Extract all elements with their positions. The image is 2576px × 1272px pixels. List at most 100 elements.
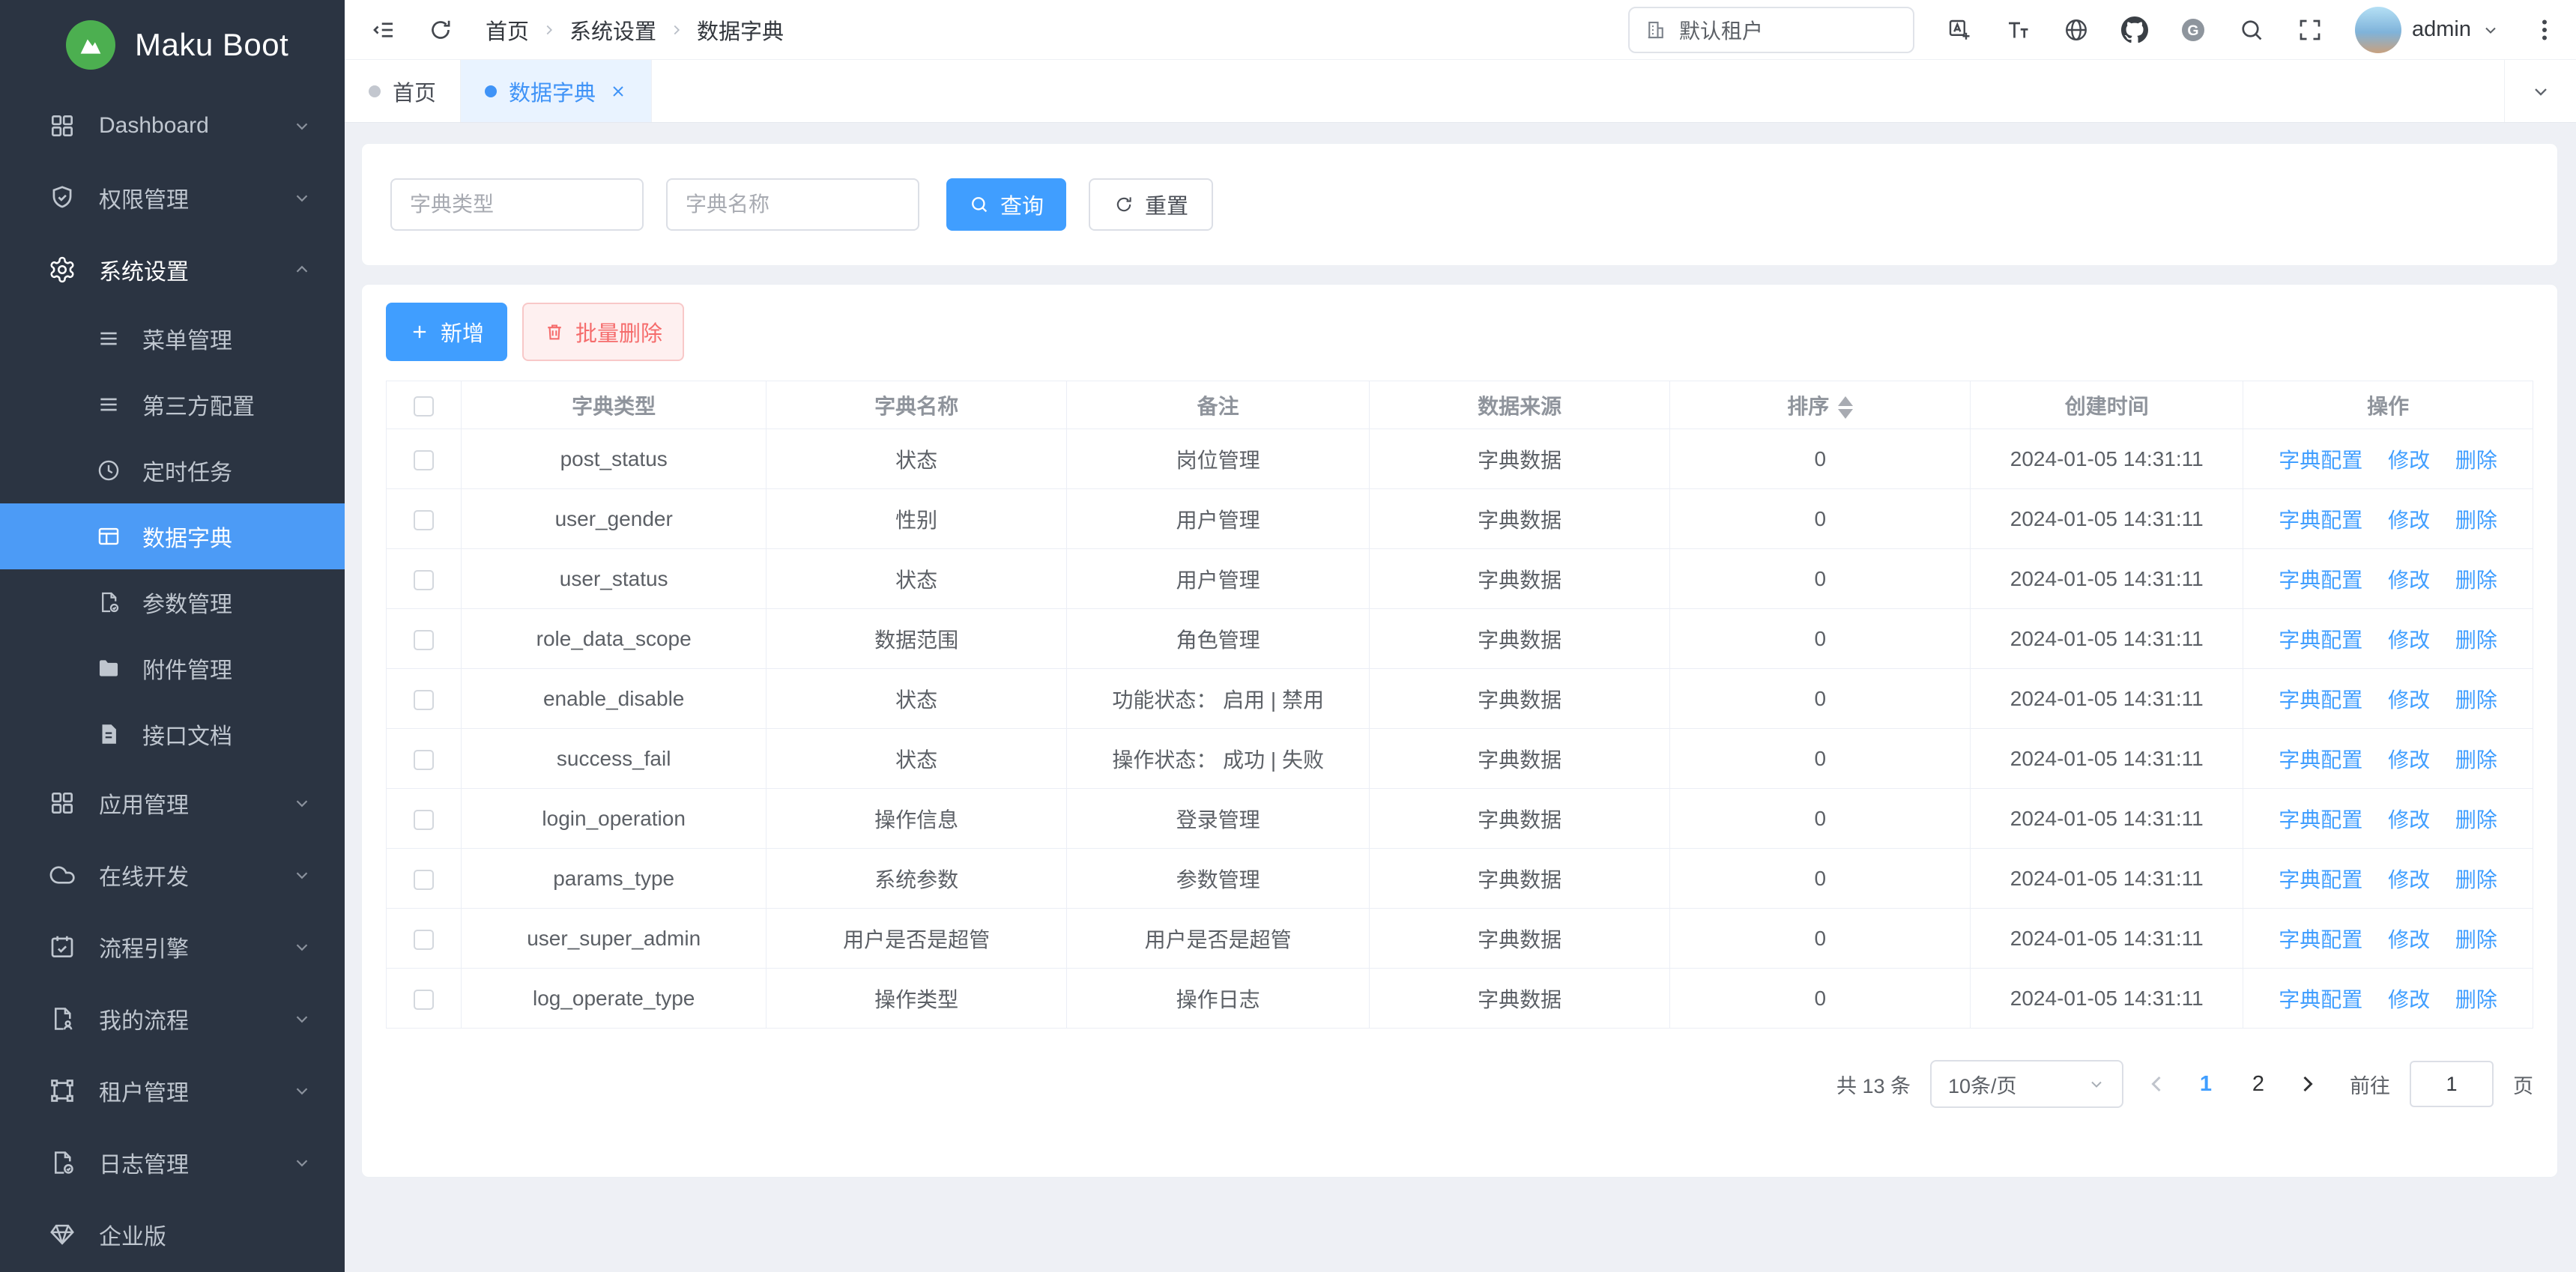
sidebar-item-system-settings[interactable]: 系统设置 (0, 234, 345, 306)
delete-link[interactable]: 删除 (2455, 449, 2497, 472)
col-dict-name: 字典名称 (767, 381, 1067, 429)
delete-link[interactable]: 删除 (2455, 988, 2497, 1011)
dict-name-input[interactable] (666, 178, 919, 231)
page-number-2[interactable]: 2 (2242, 1072, 2275, 1097)
dict-config-link[interactable]: 字典配置 (2279, 808, 2362, 832)
sidebar-item-online-dev[interactable]: 在线开发 (0, 839, 345, 911)
search-button[interactable]: 查询 (946, 178, 1066, 231)
avatar (2355, 7, 2401, 53)
delete-link[interactable]: 删除 (2455, 748, 2497, 772)
search-icon (969, 194, 990, 215)
row-checkbox[interactable] (414, 750, 434, 770)
sidebar-item-menu-management[interactable]: 菜单管理 (0, 306, 345, 372)
batch-delete-button[interactable]: 批量删除 (522, 303, 684, 361)
gitee-icon[interactable]: G (2180, 16, 2207, 43)
edit-link[interactable]: 修改 (2388, 449, 2430, 472)
sort-carets-icon[interactable] (1838, 396, 1853, 419)
edit-link[interactable]: 修改 (2388, 808, 2430, 832)
sidebar-item-permissions[interactable]: 权限管理 (0, 162, 345, 234)
row-checkbox[interactable] (414, 810, 434, 830)
next-page-button[interactable] (2294, 1070, 2321, 1097)
reset-button-label: 重置 (1145, 189, 1188, 220)
sidebar-item-api-docs[interactable]: 接口文档 (0, 701, 345, 767)
close-icon[interactable] (609, 82, 627, 100)
delete-link[interactable]: 删除 (2455, 808, 2497, 832)
page-number-1[interactable]: 1 (2189, 1072, 2222, 1097)
app-logo[interactable]: Maku Boot (0, 0, 345, 90)
font-size-icon[interactable] (2004, 16, 2031, 43)
breadcrumb-home[interactable]: 首页 (486, 14, 529, 46)
sidebar-item-data-dictionary[interactable]: 数据字典 (0, 503, 345, 569)
edit-link[interactable]: 修改 (2388, 569, 2430, 592)
row-checkbox[interactable] (414, 570, 434, 590)
edit-link[interactable]: 修改 (2388, 629, 2430, 652)
tab-list-dropdown[interactable] (2504, 60, 2576, 122)
sidebar-item-tenant-management[interactable]: 租户管理 (0, 1055, 345, 1127)
add-button[interactable]: 新增 (386, 303, 507, 361)
dict-config-link[interactable]: 字典配置 (2279, 868, 2362, 891)
edit-link[interactable]: 修改 (2388, 509, 2430, 532)
row-checkbox[interactable] (414, 870, 434, 890)
row-checkbox[interactable] (414, 510, 434, 530)
user-menu[interactable]: admin (2355, 7, 2500, 53)
edit-link[interactable]: 修改 (2388, 928, 2430, 951)
row-checkbox[interactable] (414, 690, 434, 710)
delete-link[interactable]: 删除 (2455, 569, 2497, 592)
tab-data-dictionary[interactable]: 数据字典 (461, 60, 652, 122)
dict-config-link[interactable]: 字典配置 (2279, 509, 2362, 532)
sidebar-item-attachment-management[interactable]: 附件管理 (0, 635, 345, 701)
reset-button[interactable]: 重置 (1089, 178, 1213, 231)
dict-config-link[interactable]: 字典配置 (2279, 988, 2362, 1011)
row-checkbox[interactable] (414, 930, 434, 950)
tenant-select[interactable]: 默认租户 (1628, 7, 1914, 53)
sidebar-item-log-management[interactable]: 日志管理 (0, 1127, 345, 1199)
cell-sort: 0 (1670, 849, 1971, 909)
delete-link[interactable]: 删除 (2455, 868, 2497, 891)
row-checkbox[interactable] (414, 450, 434, 470)
sidebar-item-params-management[interactable]: 参数管理 (0, 569, 345, 635)
dict-type-input[interactable] (390, 178, 644, 231)
dict-config-link[interactable]: 字典配置 (2279, 629, 2362, 652)
sidebar-item-dashboard[interactable]: Dashboard (0, 90, 345, 162)
sidebar-item-scheduled-tasks[interactable]: 定时任务 (0, 437, 345, 503)
collapse-sidebar-icon[interactable] (370, 16, 397, 43)
refresh-icon[interactable] (427, 16, 454, 43)
dict-config-link[interactable]: 字典配置 (2279, 688, 2362, 712)
cell-dict-name: 状态 (767, 549, 1067, 609)
delete-link[interactable]: 删除 (2455, 509, 2497, 532)
globe-icon[interactable] (2063, 16, 2090, 43)
cell-dict-name: 状态 (767, 429, 1067, 489)
more-kebab-icon[interactable] (2531, 16, 2558, 43)
row-checkbox[interactable] (414, 990, 434, 1010)
row-checkbox[interactable] (414, 630, 434, 650)
select-all-checkbox[interactable] (414, 396, 434, 417)
sidebar-item-app-management[interactable]: 应用管理 (0, 767, 345, 839)
fullscreen-icon[interactable] (2297, 16, 2323, 43)
dict-config-link[interactable]: 字典配置 (2279, 748, 2362, 772)
tab-home[interactable]: 首页 (345, 60, 461, 122)
dict-config-link[interactable]: 字典配置 (2279, 569, 2362, 592)
cell-created: 2024-01-05 14:31:11 (1971, 729, 2243, 789)
sidebar-item-third-party-config[interactable]: 第三方配置 (0, 372, 345, 437)
edit-link[interactable]: 修改 (2388, 748, 2430, 772)
edit-link[interactable]: 修改 (2388, 988, 2430, 1011)
cell-dict-name: 状态 (767, 669, 1067, 729)
delete-link[interactable]: 删除 (2455, 928, 2497, 951)
edit-link[interactable]: 修改 (2388, 688, 2430, 712)
chevron-down-icon (292, 1153, 312, 1172)
dict-config-link[interactable]: 字典配置 (2279, 928, 2362, 951)
edit-link[interactable]: 修改 (2388, 868, 2430, 891)
search-icon[interactable] (2238, 16, 2265, 43)
sidebar-item-workflow-engine[interactable]: 流程引擎 (0, 911, 345, 983)
goto-page-input[interactable] (2410, 1061, 2494, 1107)
delete-link[interactable]: 删除 (2455, 629, 2497, 652)
sidebar-item-enterprise-edition[interactable]: 企业版 (0, 1199, 345, 1271)
breadcrumb-system-settings[interactable]: 系统设置 (569, 14, 656, 46)
sidebar-item-my-workflow[interactable]: 我的流程 (0, 983, 345, 1055)
delete-link[interactable]: 删除 (2455, 688, 2497, 712)
prev-page-button[interactable] (2143, 1070, 2170, 1097)
page-size-select[interactable]: 10条/页 (1930, 1060, 2123, 1108)
translate-icon[interactable] (1946, 16, 1973, 43)
dict-config-link[interactable]: 字典配置 (2279, 449, 2362, 472)
github-icon[interactable] (2121, 16, 2148, 43)
